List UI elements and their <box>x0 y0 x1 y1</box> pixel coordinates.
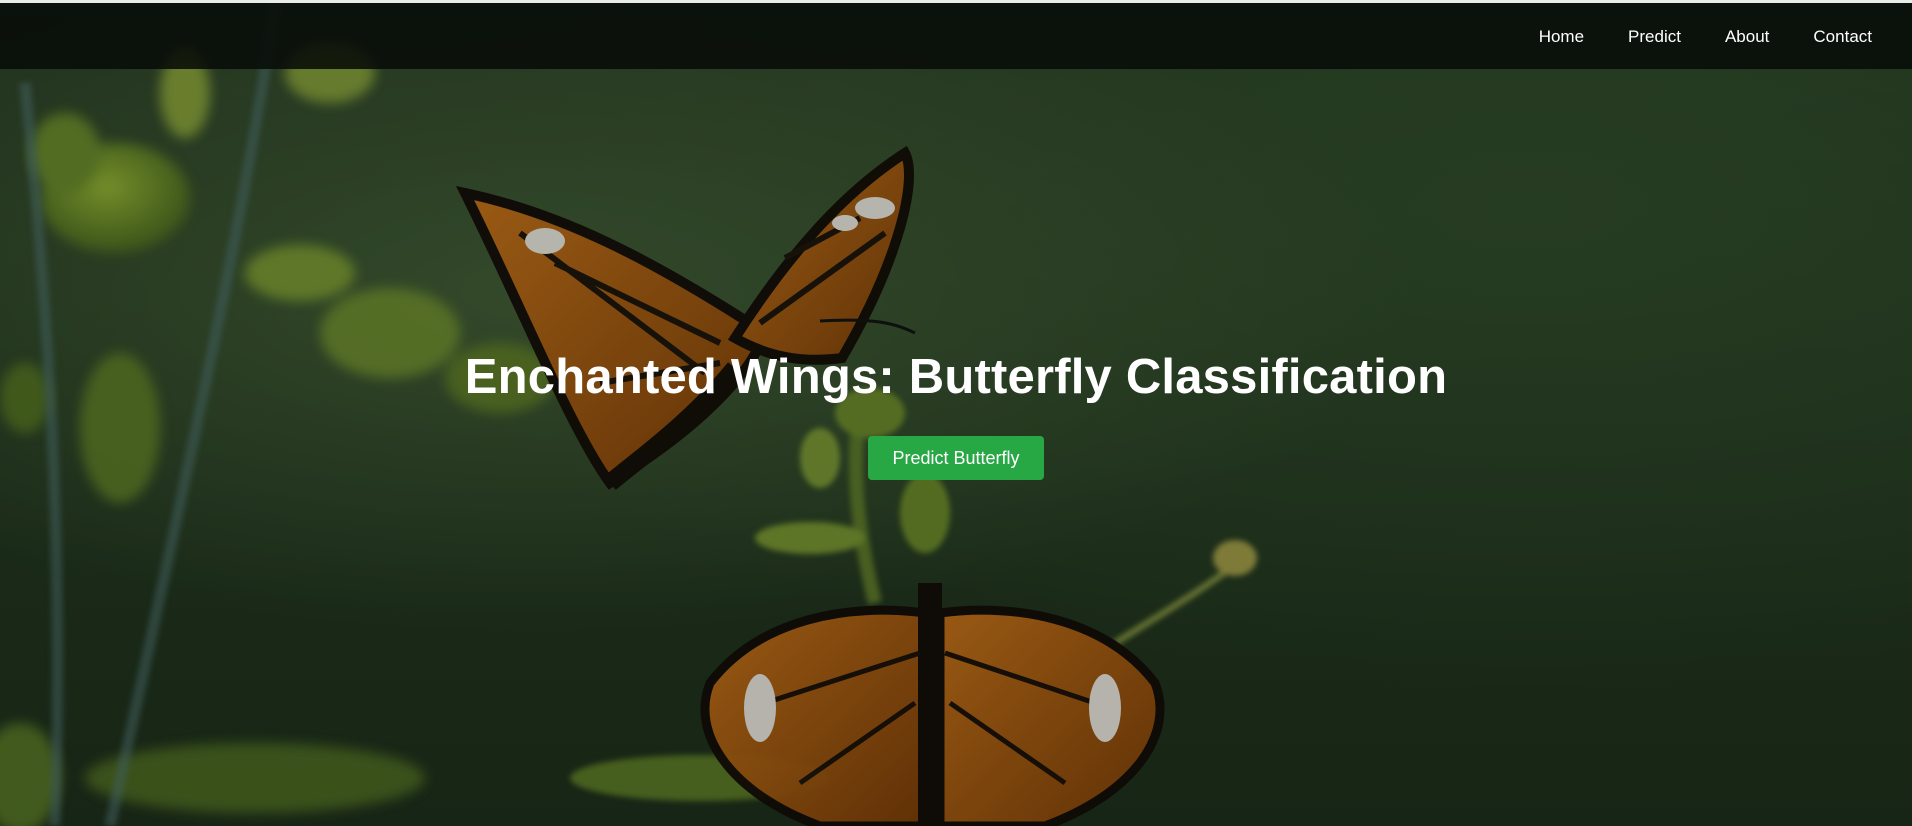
top-navbar: Home Predict About Contact <box>0 3 1912 69</box>
nav-predict-link[interactable]: Predict <box>1628 28 1681 45</box>
page: Enchanted Wings: Butterfly Classificatio… <box>0 0 1912 826</box>
nav-home-link[interactable]: Home <box>1539 28 1584 45</box>
nav-contact-link[interactable]: Contact <box>1813 28 1872 45</box>
hero-content: Enchanted Wings: Butterfly Classificatio… <box>0 350 1912 480</box>
nav-about-link[interactable]: About <box>1725 28 1769 45</box>
hero-section: Enchanted Wings: Butterfly Classificatio… <box>0 3 1912 826</box>
nav-links: Home Predict About Contact <box>1495 3 1872 69</box>
page-title: Enchanted Wings: Butterfly Classificatio… <box>464 350 1448 404</box>
predict-butterfly-button[interactable]: Predict Butterfly <box>868 435 1044 480</box>
